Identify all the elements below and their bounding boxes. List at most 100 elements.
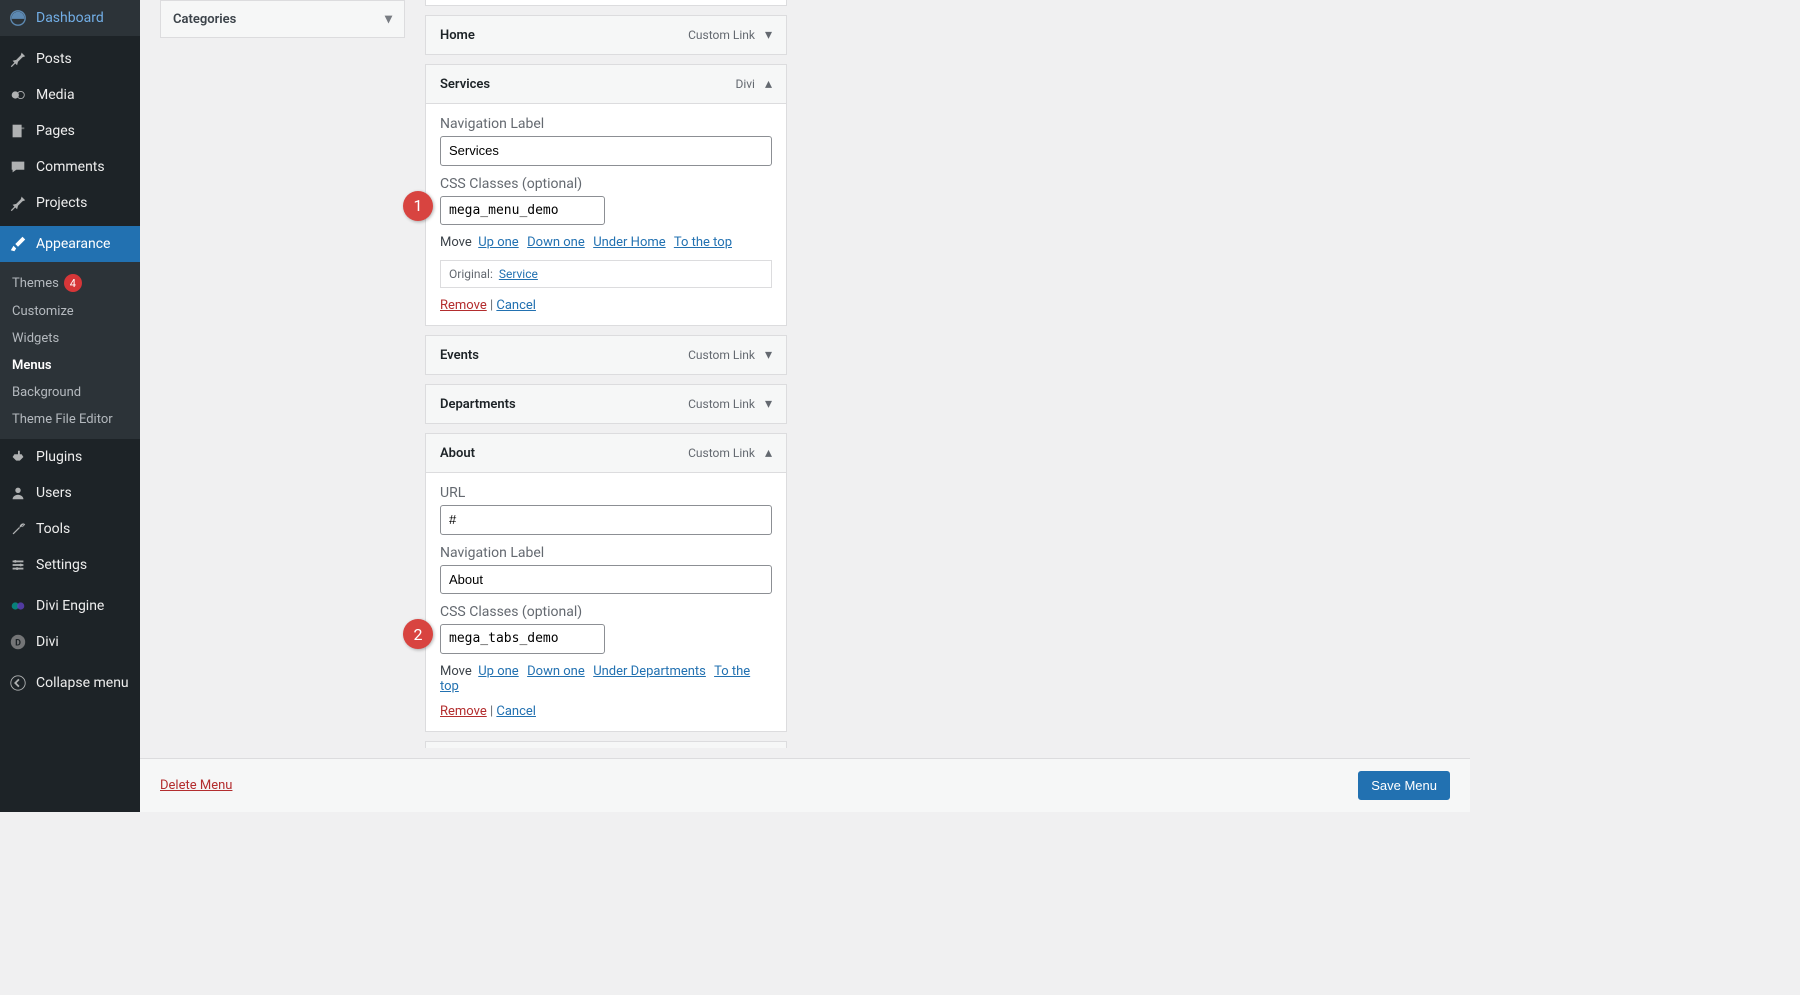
sidebar-item-posts[interactable]: Posts — [0, 41, 140, 77]
pin-icon — [8, 49, 28, 69]
sidebar-item-pages[interactable]: Pages — [0, 113, 140, 149]
menu-item-departments[interactable]: Departments Custom Link▾ — [425, 384, 787, 424]
remove-link[interactable]: Remove — [440, 704, 487, 719]
chevron-down-icon[interactable]: ▾ — [765, 347, 772, 363]
sidebar-item-projects[interactable]: Projects — [0, 185, 140, 221]
save-menu-button[interactable]: Save Menu — [1358, 771, 1450, 800]
accordion-title: Categories — [173, 12, 236, 27]
annotation-badge-1: 1 — [403, 191, 433, 221]
sidebar-item-collapse[interactable]: Collapse menu — [0, 665, 140, 701]
menu-item-title: About — [440, 446, 475, 461]
move-top-link[interactable]: To the top — [674, 235, 732, 250]
original-link[interactable]: Service — [499, 267, 538, 281]
sidebar-item-dashboard[interactable]: Dashboard — [0, 0, 140, 36]
brush-icon — [8, 234, 28, 254]
cancel-link[interactable]: Cancel — [496, 704, 536, 719]
chevron-down-icon[interactable]: ▾ — [765, 396, 772, 412]
sub-label: Themes — [12, 276, 59, 291]
sidebar-label: Tools — [36, 521, 70, 537]
sidebar-label: Settings — [36, 557, 87, 573]
svg-text:D: D — [15, 639, 21, 649]
url-input[interactable] — [440, 505, 772, 535]
sidebar-sub-customize[interactable]: Customize — [0, 298, 140, 325]
plug-icon — [8, 447, 28, 467]
pin-icon — [8, 193, 28, 213]
content-area: Categories ▾ Home Custom Link▾ — [140, 0, 1470, 812]
media-icon — [8, 85, 28, 105]
sidebar-item-divi[interactable]: D Divi — [0, 624, 140, 660]
annotation-badge-2: 2 — [403, 619, 433, 649]
sidebar-label: Media — [36, 87, 75, 103]
remove-link[interactable]: Remove — [440, 298, 487, 313]
sidebar-label: Plugins — [36, 449, 82, 465]
sidebar-item-media[interactable]: Media — [0, 77, 140, 113]
sidebar-item-comments[interactable]: Comments — [0, 149, 140, 185]
nav-label-label: Navigation Label — [440, 545, 772, 561]
css-classes-label: CSS Classes (optional) — [440, 604, 772, 620]
sidebar-sub-menus[interactable]: Menus — [0, 352, 140, 379]
nav-label-input[interactable] — [440, 565, 772, 595]
menu-item-title: Departments — [440, 397, 516, 412]
sidebar-submenu: Themes 4 Customize Widgets Menus Backgro… — [0, 262, 140, 439]
sidebar-label: Pages — [36, 123, 75, 139]
sidebar-item-users[interactable]: Users — [0, 475, 140, 511]
menu-item-settings: URL Navigation Label 2 CSS Classes (opti… — [426, 472, 786, 731]
cancel-link[interactable]: Cancel — [496, 298, 536, 313]
accordion-categories[interactable]: Categories ▾ — [160, 0, 405, 38]
move-links: Move Up one Down one Under Departments T… — [440, 664, 772, 694]
chevron-down-icon[interactable]: ▾ — [765, 27, 772, 43]
menu-item-home[interactable]: Home Custom Link▾ — [425, 15, 787, 55]
menu-item-settings: Navigation Label 1 CSS Classes (optional… — [426, 103, 786, 325]
user-icon — [8, 483, 28, 503]
menu-item-about[interactable]: About Custom Link▴ URL Navigation Label — [425, 433, 787, 732]
page-icon — [8, 121, 28, 141]
sidebar-label: Users — [36, 485, 72, 501]
sidebar-sub-themes[interactable]: Themes 4 — [0, 268, 140, 298]
menu-item-events[interactable]: Events Custom Link▾ — [425, 335, 787, 375]
sidebar-label: Collapse menu — [36, 675, 129, 691]
sidebar-label: Divi — [36, 634, 59, 650]
sidebar-item-appearance[interactable]: Appearance — [0, 226, 140, 262]
chevron-up-icon[interactable]: ▴ — [765, 76, 772, 92]
wrench-icon — [8, 519, 28, 539]
move-up-link[interactable]: Up one — [478, 235, 518, 250]
css-classes-input[interactable] — [440, 196, 605, 226]
move-under-link[interactable]: Under Home — [593, 235, 665, 250]
delete-menu-link[interactable]: Delete Menu — [160, 778, 232, 793]
menu-item-type: Custom Link▾ — [688, 27, 772, 43]
menu-item-type: Custom Link▴ — [688, 445, 772, 461]
menu-item-blog[interactable]: Blog Custom Link▾ — [425, 741, 787, 749]
menu-item-title: Events — [440, 348, 479, 363]
chevron-up-icon[interactable]: ▴ — [765, 445, 772, 461]
settings-icon — [8, 555, 28, 575]
sidebar-label: Projects — [36, 195, 87, 211]
diviengine-icon — [8, 596, 28, 616]
menu-item-title: Home — [440, 28, 475, 43]
move-under-link[interactable]: Under Departments — [593, 664, 706, 679]
move-down-link[interactable]: Down one — [527, 664, 585, 679]
menu-item-services[interactable]: Services Divi▴ Navigation Label 1 CSS Cl… — [425, 64, 787, 326]
dashboard-icon — [8, 8, 28, 28]
menu-item-type: Divi▴ — [735, 76, 772, 92]
original-box: Original: Service — [440, 260, 772, 288]
collapse-icon — [8, 673, 28, 693]
sidebar-sub-background[interactable]: Background — [0, 379, 140, 406]
sidebar-sub-widgets[interactable]: Widgets — [0, 325, 140, 352]
css-classes-input[interactable] — [440, 624, 605, 654]
sidebar-item-diviengine[interactable]: Divi Engine — [0, 588, 140, 624]
badge: 4 — [64, 274, 82, 292]
sidebar-label: Comments — [36, 159, 105, 175]
sidebar-sub-editor[interactable]: Theme File Editor — [0, 406, 140, 433]
sidebar-item-settings[interactable]: Settings — [0, 547, 140, 583]
menu-item-type: Custom Link▾ — [688, 396, 772, 412]
chevron-down-icon: ▾ — [385, 11, 392, 27]
menu-structure: Home Custom Link▾ Services Divi▴ Navigat… — [425, 0, 1450, 748]
move-down-link[interactable]: Down one — [527, 235, 585, 250]
menu-item-type: Custom Link▾ — [688, 347, 772, 363]
url-label: URL — [440, 485, 772, 501]
sidebar-item-tools[interactable]: Tools — [0, 511, 140, 547]
remove-cancel-row: Remove | Cancel — [440, 704, 772, 719]
sidebar-item-plugins[interactable]: Plugins — [0, 439, 140, 475]
move-up-link[interactable]: Up one — [478, 664, 518, 679]
nav-label-input[interactable] — [440, 136, 772, 166]
